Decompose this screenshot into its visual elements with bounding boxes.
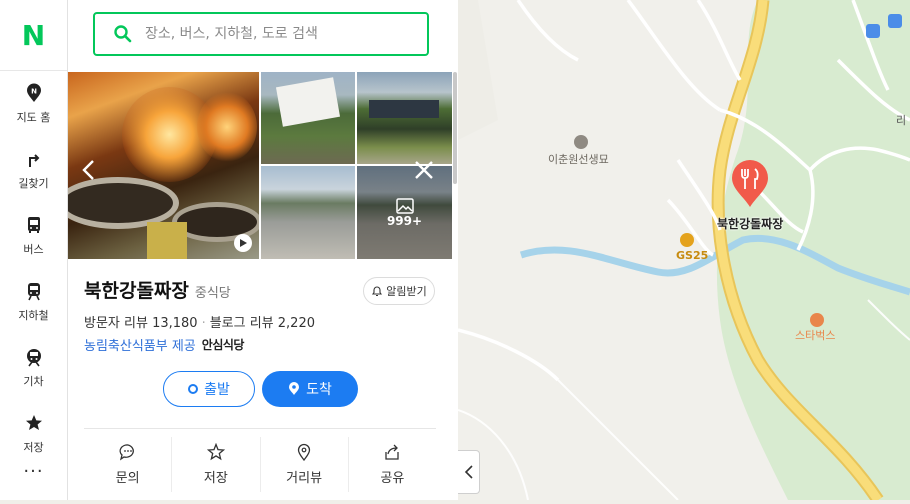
blog-reviews-link[interactable]: 블로그 리뷰 2,220 [210, 316, 315, 331]
restaurant-pin-icon[interactable] [730, 160, 770, 208]
action-label: 거리뷰 [286, 471, 323, 486]
start-label: 출발 [204, 382, 230, 398]
prev-photo-button[interactable] [81, 159, 97, 185]
share-icon [385, 444, 400, 460]
panel-scrollbar[interactable] [453, 72, 457, 184]
star-outline-icon [206, 443, 225, 461]
bus-stop-icon-2[interactable] [888, 14, 902, 28]
collapse-panel-button[interactable] [458, 450, 480, 494]
close-icon [415, 161, 433, 179]
action-label: 문의 [115, 471, 140, 486]
place-title: 북한강돌짜장 중식당 [84, 276, 231, 303]
review-counts: 방문자 리뷰 13,180 · 블로그 리뷰 2,220 [84, 316, 315, 331]
share-button[interactable]: 공유 [349, 437, 436, 492]
image-icon [395, 197, 414, 214]
svg-text:N: N [31, 88, 37, 96]
rail-label: 길찾기 [18, 177, 49, 190]
map-label-grave[interactable]: 이춘원선생묘 [548, 151, 609, 167]
arrive-button[interactable]: 도착 [262, 371, 358, 407]
bell-icon [372, 286, 383, 297]
safe-restaurant-badge: 안심식당 [201, 338, 245, 352]
directions-icon [28, 154, 39, 167]
search-icon [114, 25, 132, 43]
map-label-gs25[interactable]: GS25 [676, 249, 708, 262]
close-button[interactable] [413, 159, 435, 185]
map-view[interactable]: 이춘원선생묘 GS25 북한강돌짜장 스타벅스 리 [457, 0, 910, 504]
street-view-button[interactable]: 거리뷰 [261, 437, 349, 492]
map-label-starbucks[interactable]: 스타벅스 [795, 327, 835, 343]
search-input[interactable] [143, 25, 407, 43]
subway-icon [27, 283, 40, 301]
rail-item-train[interactable]: 기차 [0, 335, 67, 401]
star-icon [25, 415, 42, 430]
photo-more-button[interactable]: 999+ [357, 166, 452, 259]
save-button[interactable]: 저장 [172, 437, 261, 492]
street-view-icon [297, 443, 311, 461]
origin-icon [188, 384, 199, 394]
action-label: 저장 [203, 471, 228, 486]
map-label-restaurant[interactable]: 북한강돌짜장 [717, 215, 783, 232]
action-label: 공유 [380, 471, 405, 486]
naver-logo[interactable]: N [0, 0, 67, 71]
inquiry-button[interactable]: 문의 [84, 437, 173, 492]
notify-label: 알림받기 [386, 285, 427, 298]
rail-item-subway[interactable]: 지하철 [0, 269, 67, 335]
rail-label: 기차 [23, 375, 44, 388]
certification-source: 농림축산식품부 제공 [84, 339, 196, 354]
bus-icon [27, 217, 40, 233]
more-icon[interactable]: ··· [0, 463, 67, 481]
search-box[interactable] [93, 12, 429, 56]
chevron-left-icon [464, 465, 473, 479]
rail-label: 지도 홈 [16, 111, 51, 124]
place-category: 중식당 [194, 286, 231, 301]
train-icon [26, 349, 41, 367]
cafe-icon[interactable] [810, 313, 824, 327]
map-home-icon: N [26, 83, 41, 102]
rail-item-map-home[interactable]: N 지도 홈 [0, 71, 67, 137]
notify-button[interactable]: 알림받기 [363, 277, 435, 305]
place-name[interactable]: 북한강돌짜장 [84, 276, 189, 303]
photo-gallery: 999+ [67, 72, 452, 259]
map-label-edge: 리 [896, 114, 907, 127]
action-bar: 문의 저장 거리뷰 공유 [84, 429, 436, 500]
rail-label: 버스 [23, 243, 44, 256]
rail-label: 저장 [23, 441, 44, 454]
nav-rail: N N 지도 홈 길찾기 버스 지하철 기차 저장 ··· [0, 0, 68, 500]
photo-more-count: 999+ [386, 213, 423, 228]
photo-3[interactable] [357, 72, 452, 164]
pin-icon [289, 382, 300, 395]
certification[interactable]: 농림축산식품부 제공 안심식당 [84, 335, 244, 354]
rail-item-saved[interactable]: 저장 [0, 401, 67, 467]
arrive-label: 도착 [306, 382, 332, 398]
place-panel: 999+ 북한강돌짜장 중식당 알림받기 방문자 리뷰 13,180·블로그 리… [67, 0, 458, 500]
convenience-store-icon[interactable] [680, 233, 694, 247]
video-play-icon[interactable] [234, 234, 252, 252]
photo-2[interactable] [261, 72, 355, 164]
chat-icon [119, 444, 134, 461]
rail-label: 지하철 [18, 309, 49, 322]
bus-stop-icon[interactable] [866, 24, 880, 38]
grave-icon[interactable] [574, 135, 588, 149]
photo-4[interactable] [261, 166, 355, 259]
chevron-left-icon [82, 160, 94, 180]
visitor-reviews-link[interactable]: 방문자 리뷰 13,180 [84, 316, 198, 331]
rail-item-directions[interactable]: 길찾기 [0, 137, 67, 203]
start-button[interactable]: 출발 [163, 371, 255, 407]
rail-item-bus[interactable]: 버스 [0, 203, 67, 269]
